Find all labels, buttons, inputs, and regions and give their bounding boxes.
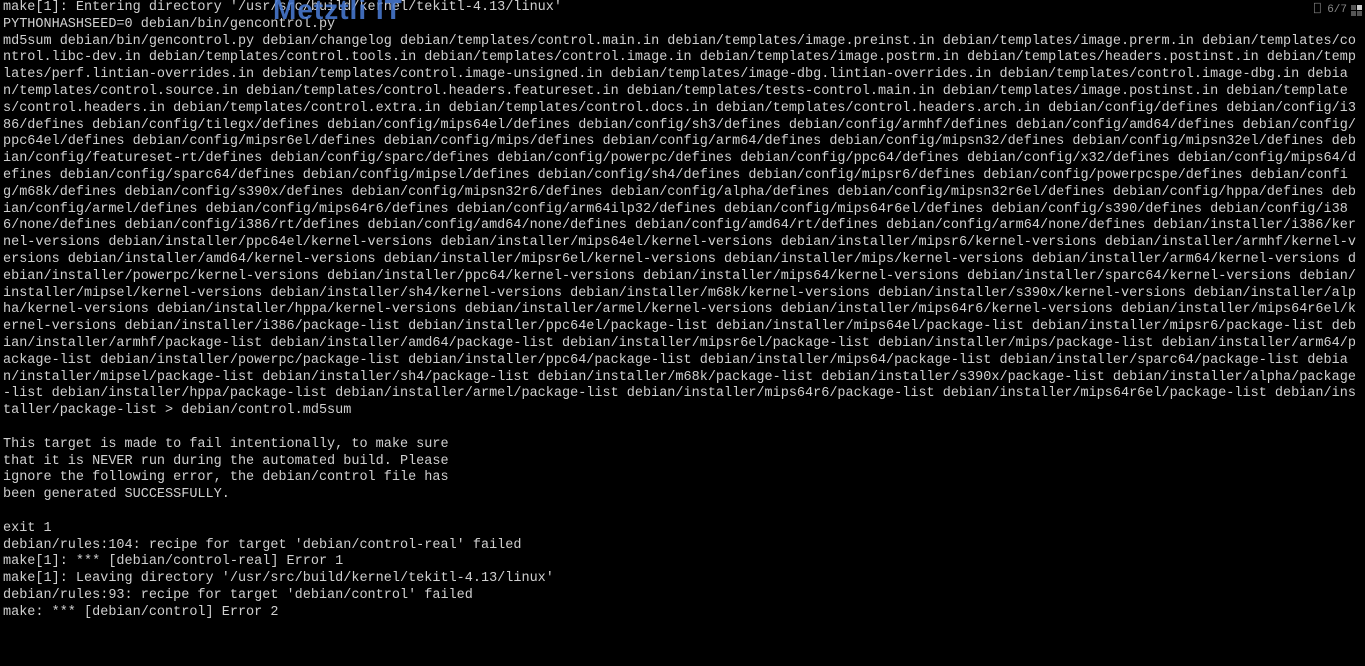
workspace-grid-icon[interactable]	[1351, 5, 1362, 16]
watermark-text: Metztli IT	[273, 2, 403, 19]
terminal-output[interactable]: make[1]: Entering directory '/usr/src/bu…	[3, 0, 1362, 621]
status-bar: ⎕ 6/7	[1314, 2, 1362, 19]
pane-indicator: ⎕ 6/7	[1314, 2, 1347, 19]
